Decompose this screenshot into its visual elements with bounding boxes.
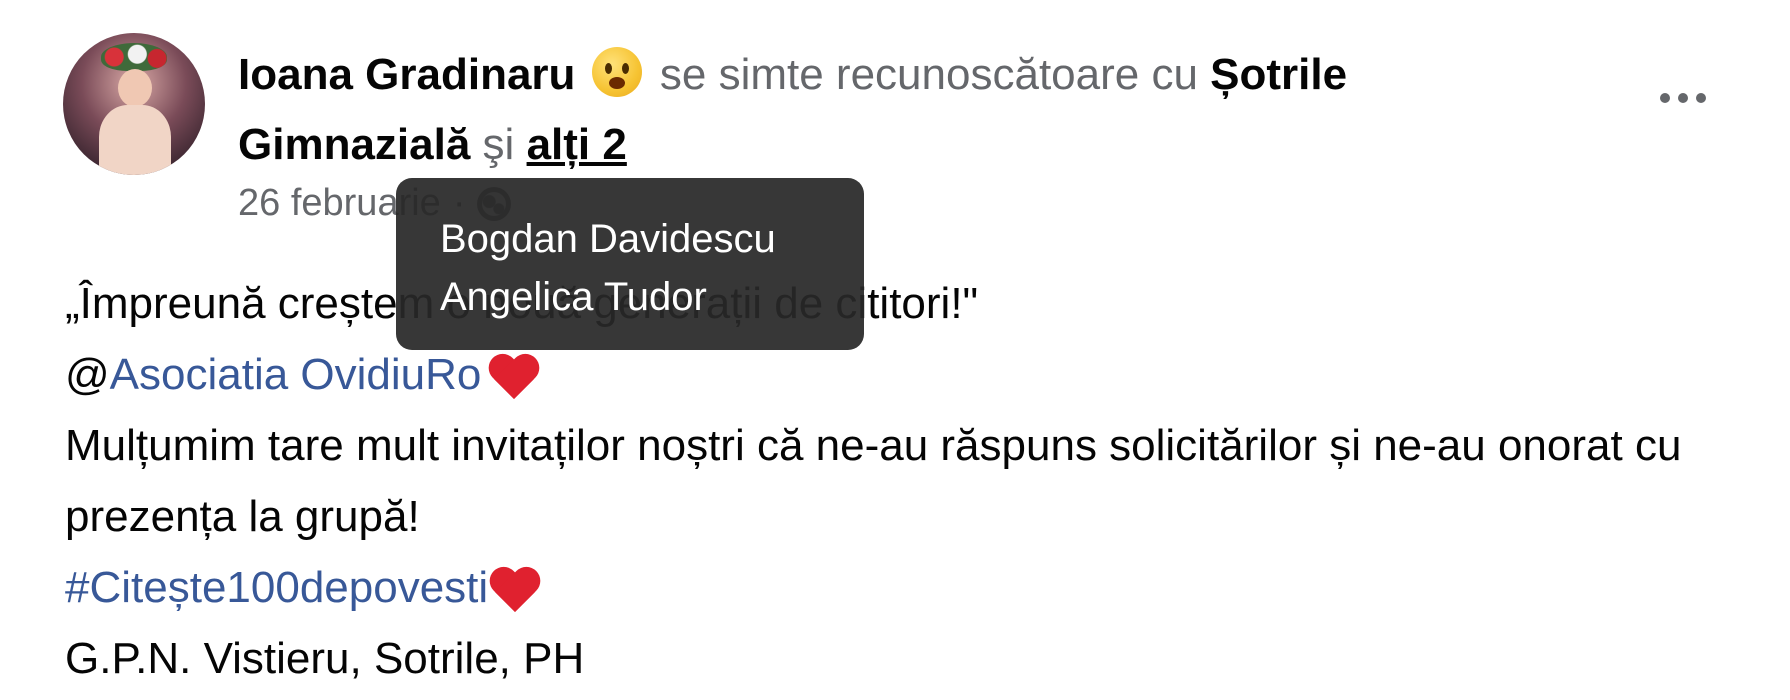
- others-link[interactable]: alți 2: [527, 120, 627, 169]
- avatar-flower-crown: [101, 43, 167, 71]
- happy-face-icon: [591, 47, 642, 97]
- more-options-button[interactable]: [1648, 78, 1718, 118]
- post-body: „Împreună creștem o nouă generații de ci…: [65, 268, 1745, 694]
- body-line-hashtag: #Citește100depovesti: [65, 552, 1745, 623]
- mention-prefix: @: [65, 350, 110, 399]
- tooltip-name: Angelica Tudor: [440, 275, 707, 319]
- mention-link[interactable]: Asociatia OvidiuRo: [110, 350, 482, 399]
- author-avatar[interactable]: [63, 33, 205, 175]
- facebook-post: Ioana Gradinaru se simte recunoscătoare …: [0, 0, 1790, 700]
- body-line-mention: @Asociatia OvidiuRo: [65, 339, 1745, 410]
- tooltip-name: Bogdan Davidescu: [440, 217, 776, 261]
- conjunction-text: şi: [482, 120, 515, 169]
- feeling-text: se simte recunoscătoare cu: [659, 50, 1198, 99]
- body-line-location: G.P.N. Vistieru, Sotrile, PH: [65, 634, 585, 683]
- body-line-quote: „Împreună creștem o nouă generații de ci…: [65, 279, 979, 328]
- more-options-icon-dot: [1678, 93, 1688, 103]
- red-heart-icon: [490, 568, 540, 614]
- post-header: Ioana Gradinaru se simte recunoscătoare …: [238, 40, 1588, 180]
- tagged-people-tooltip: Bogdan Davidescu Angelica Tudor: [396, 178, 864, 350]
- author-name[interactable]: Ioana Gradinaru: [238, 50, 575, 99]
- avatar-dress: [99, 105, 171, 175]
- avatar-face: [118, 69, 152, 107]
- more-options-icon-dot: [1696, 93, 1706, 103]
- more-options-icon: [1660, 93, 1670, 103]
- body-line-thanks: Mulțumim tare mult invitaților noștri că…: [65, 421, 1682, 541]
- hashtag-link[interactable]: #Citește100depovesti: [65, 563, 488, 612]
- red-heart-icon: [489, 355, 539, 401]
